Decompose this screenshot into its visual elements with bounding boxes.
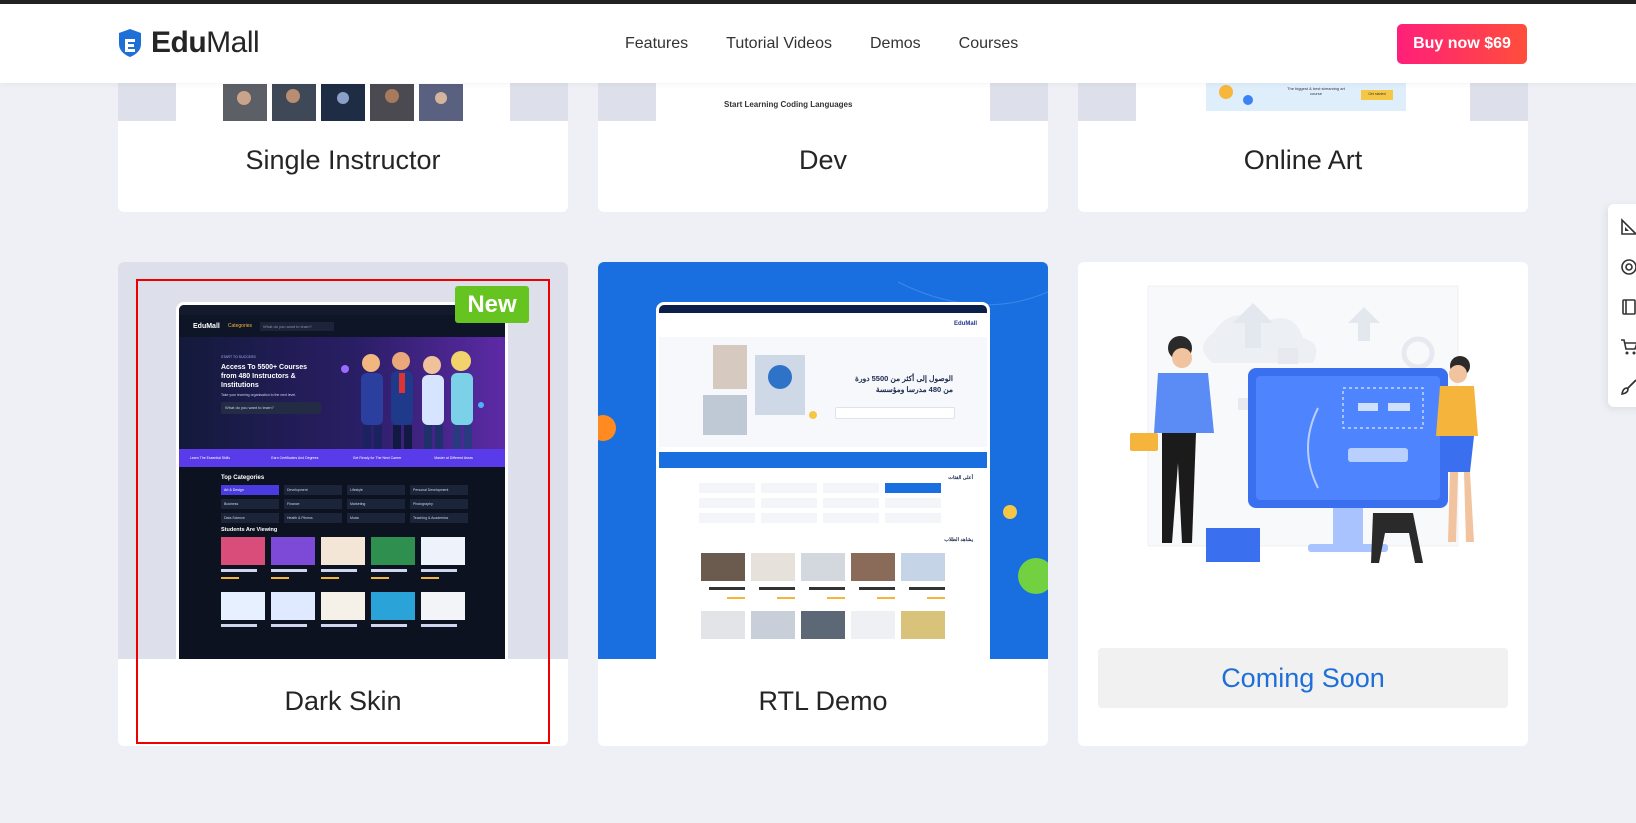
rtl-category-grid	[699, 483, 941, 523]
coming-soon-button: Coming Soon	[1098, 648, 1508, 708]
brush-icon[interactable]	[1620, 378, 1636, 396]
lifebuoy-icon[interactable]	[1620, 258, 1636, 276]
demo-title: Dark Skin	[284, 686, 402, 716]
buy-now-button[interactable]: Buy now $69	[1397, 24, 1527, 64]
rtl-students-photos	[703, 345, 817, 435]
rtl-preview-logo: EduMall	[953, 321, 977, 327]
preview-categories: Categories	[227, 323, 253, 329]
demo-title: RTL Demo	[758, 686, 888, 716]
preview-subline: Take your learning organisation to the n…	[221, 393, 297, 397]
new-badge: New	[455, 286, 529, 323]
pencil-ruler-icon[interactable]	[1620, 218, 1636, 236]
demo-card-coming-soon: Coming Soon	[1078, 262, 1528, 746]
preview-logo: EduMall	[193, 322, 220, 330]
preview-category-grid: Art & Design Development Lifestyle Perso…	[221, 485, 471, 523]
top-border	[0, 0, 1636, 4]
preview-course-cards-image	[221, 537, 465, 627]
nav-courses[interactable]: Courses	[959, 35, 1019, 53]
rtl-course-cards	[701, 553, 945, 639]
preview-students-title: Students Are Viewing	[221, 527, 278, 533]
demo-title: Online Art	[1243, 145, 1363, 175]
nav-demos[interactable]: Demos	[870, 35, 921, 53]
site-header: EduMall Features Tutorial Videos Demos C…	[0, 4, 1636, 83]
preview-hero-search: What do you want to learn?	[221, 402, 321, 414]
preview-categories-title: Top Categories	[221, 475, 265, 481]
logo-text: EduMall	[151, 26, 260, 59]
preview-kicker: START TO SUCCESS	[221, 355, 256, 359]
cart-icon[interactable]	[1620, 338, 1636, 356]
rtl-search	[835, 407, 955, 419]
rtl-categories-title: أعلى الفئات	[948, 475, 973, 481]
logo[interactable]: EduMall	[117, 26, 260, 60]
dev-preview-caption: Start Learning Coding Languages	[724, 100, 853, 109]
dark-skin-preview: EduMall Categories What do you want to l…	[176, 302, 508, 659]
developers-illustration	[1130, 285, 1478, 563]
demo-title: Single Instructor	[245, 145, 441, 175]
rtl-feature-bar	[659, 452, 987, 468]
nav-tutorial-videos[interactable]: Tutorial Videos	[726, 35, 832, 53]
cartoon-characters-image	[341, 351, 484, 449]
demo-title: Dev	[798, 145, 847, 175]
nav-features[interactable]: Features	[625, 35, 688, 53]
art-ad-heading: The biggest & best streaming art course	[1287, 86, 1345, 96]
book-icon[interactable]	[1620, 298, 1636, 316]
rtl-preview: EduMall الوصول إلى أكثر من 5500 دورة من …	[656, 302, 990, 659]
main-nav: Features Tutorial Videos Demos Courses	[625, 35, 1018, 53]
preview-search: What do you want to learn?	[260, 321, 335, 331]
rtl-students-title: يشاهد الطلاب	[944, 537, 973, 543]
right-side-toolbar	[1608, 204, 1636, 407]
preview-feature-bar: Learn The Essential Skills Earn Certific…	[179, 449, 505, 467]
rtl-headline: الوصول إلى أكثر من 5500 دورة من 480 مدرس…	[855, 374, 953, 394]
art-ad-button: Get started	[1368, 92, 1386, 96]
shield-logo-icon	[119, 29, 141, 57]
preview-headline: Access To 5500+ Courses from 480 Instruc…	[221, 364, 308, 389]
